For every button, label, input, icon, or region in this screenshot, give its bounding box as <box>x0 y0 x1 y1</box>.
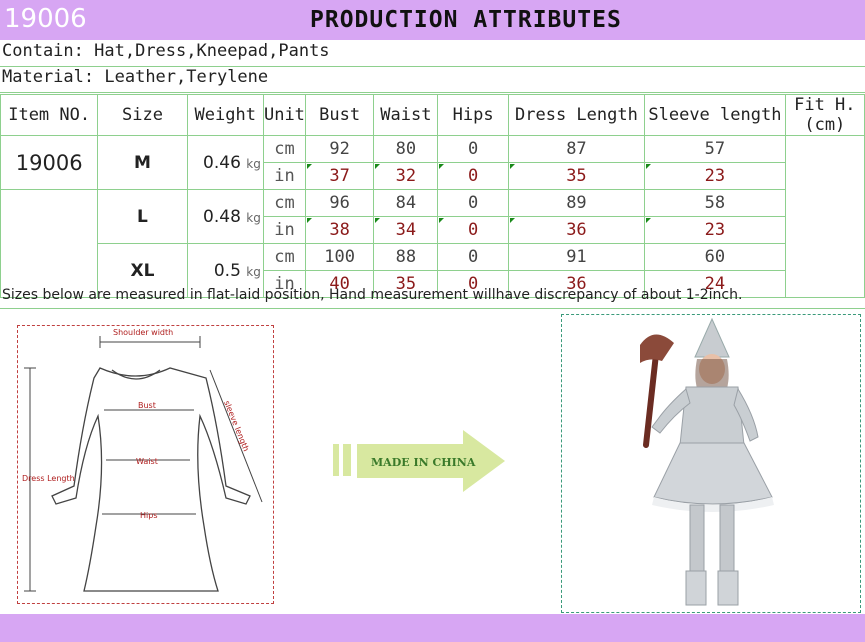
weight-value: 0.5 <box>213 260 241 281</box>
header-unit: Unit <box>262 94 307 136</box>
header-dress-length: Dress Length <box>507 94 646 136</box>
made-in-china-arrow: MADE IN CHINA <box>333 430 508 496</box>
header-hips: Hips <box>437 94 509 136</box>
shoulder-width-label: Shoulder width <box>113 328 173 337</box>
divider <box>0 308 865 309</box>
waist-cell: 32 <box>373 162 439 190</box>
dress-length-cell: 36 <box>507 216 646 244</box>
arrow-icon: MADE IN CHINA <box>333 430 505 492</box>
contain-label: Contain: <box>2 41 84 61</box>
bust-cell: 38 <box>305 216 375 244</box>
measurement-diagram: Shoulder width Bust Waist Hips Dress Len… <box>17 325 274 604</box>
weight-cell: 0.48 kg <box>186 189 264 244</box>
weight-unit: kg <box>246 156 261 171</box>
measurement-note: Sizes below are measured in flat-laid po… <box>2 287 743 303</box>
unit-cell: in <box>262 216 307 244</box>
weight-value: 0.48 <box>203 206 241 227</box>
bust-label: Bust <box>138 401 156 410</box>
material-label: Material: <box>2 67 95 87</box>
sleeve-length-cell: 57 <box>644 135 786 163</box>
dress-length-cell: 89 <box>507 189 646 217</box>
header-fit-height: Fit H.(cm) <box>784 94 865 136</box>
dress-length-cell: 87 <box>507 135 646 163</box>
bust-cell: 96 <box>305 189 375 217</box>
header-bar: 19006 PRODUCTION ATTRIBUTES <box>0 0 865 40</box>
header-item-no: Item NO. <box>0 94 99 136</box>
header-waist: Waist <box>373 94 439 136</box>
sleeve-length-label: sleeve length <box>222 399 251 452</box>
page-title: PRODUCTION ATTRIBUTES <box>310 7 622 33</box>
table-row: XL 0.5 kg cm 100 88 0 91 60 <box>1 243 865 298</box>
bust-cell: 100 <box>305 243 375 271</box>
unit-cell: cm <box>262 189 307 217</box>
size-cell: M <box>97 135 188 190</box>
bust-cell: 92 <box>305 135 375 163</box>
header-sleeve-length: Sleeve length <box>644 94 786 136</box>
waist-cell: 34 <box>373 216 439 244</box>
contain-value: Hat,Dress,Kneepad,Pants <box>94 41 330 61</box>
unit-cell: cm <box>262 135 307 163</box>
header-size: Size <box>97 94 188 136</box>
weight-value: 0.46 <box>203 152 241 173</box>
size-cell: L <box>97 189 188 244</box>
bust-cell: 37 <box>305 162 375 190</box>
fit-height-cell <box>784 135 865 298</box>
waist-cell: 80 <box>373 135 439 163</box>
material-value: Leather,Terylene <box>104 67 269 87</box>
waist-cell: 88 <box>373 243 439 271</box>
hips-cell: 0 <box>437 216 509 244</box>
hips-cell: 0 <box>437 189 509 217</box>
footer-bar <box>0 614 865 642</box>
sleeve-length-cell: 23 <box>644 216 786 244</box>
item-code: 19006 <box>4 4 87 34</box>
hips-label: Hips <box>140 511 157 520</box>
hips-cell: 0 <box>437 162 509 190</box>
unit-cell: cm <box>262 243 307 271</box>
dress-length-cell: 91 <box>507 243 646 271</box>
weight-cell: 0.46 kg <box>186 135 264 190</box>
made-in-china-label: MADE IN CHINA <box>371 456 476 469</box>
contain-row: Contain: Hat,Dress,Kneepad,Pants <box>0 41 865 67</box>
costume-model-photo <box>561 314 861 613</box>
hips-cell: 0 <box>437 243 509 271</box>
material-row: Material: Leather,Terylene <box>0 67 865 93</box>
dress-outline-icon: Shoulder width Bust Waist Hips Dress Len… <box>22 328 263 592</box>
item-no-empty-cell <box>0 189 99 298</box>
unit-cell: in <box>262 162 307 190</box>
sleeve-length-cell: 58 <box>644 189 786 217</box>
item-no-cell: 19006 <box>0 135 99 190</box>
table-row: L 0.48 kg cm 96 84 0 89 58 <box>0 189 865 298</box>
waist-label: Waist <box>136 457 158 466</box>
weight-unit: kg <box>246 264 261 279</box>
sleeve-length-cell: 23 <box>644 162 786 190</box>
header-bust: Bust <box>305 94 375 136</box>
hips-cell: 0 <box>437 135 509 163</box>
dress-length-label: Dress Length <box>22 474 75 483</box>
table-header-row: Item NO. Size Weight Unit Bust Waist Hip… <box>0 94 865 136</box>
dress-length-cell: 35 <box>507 162 646 190</box>
waist-cell: 84 <box>373 189 439 217</box>
header-weight: Weight <box>186 94 264 136</box>
sleeve-length-cell: 60 <box>644 243 786 271</box>
table-row: 19006 M 0.46 kg cm 92 80 0 87 57 <box>0 135 865 298</box>
weight-unit: kg <box>246 210 261 225</box>
size-table: Item NO. Size Weight Unit Bust Waist Hip… <box>0 94 865 298</box>
